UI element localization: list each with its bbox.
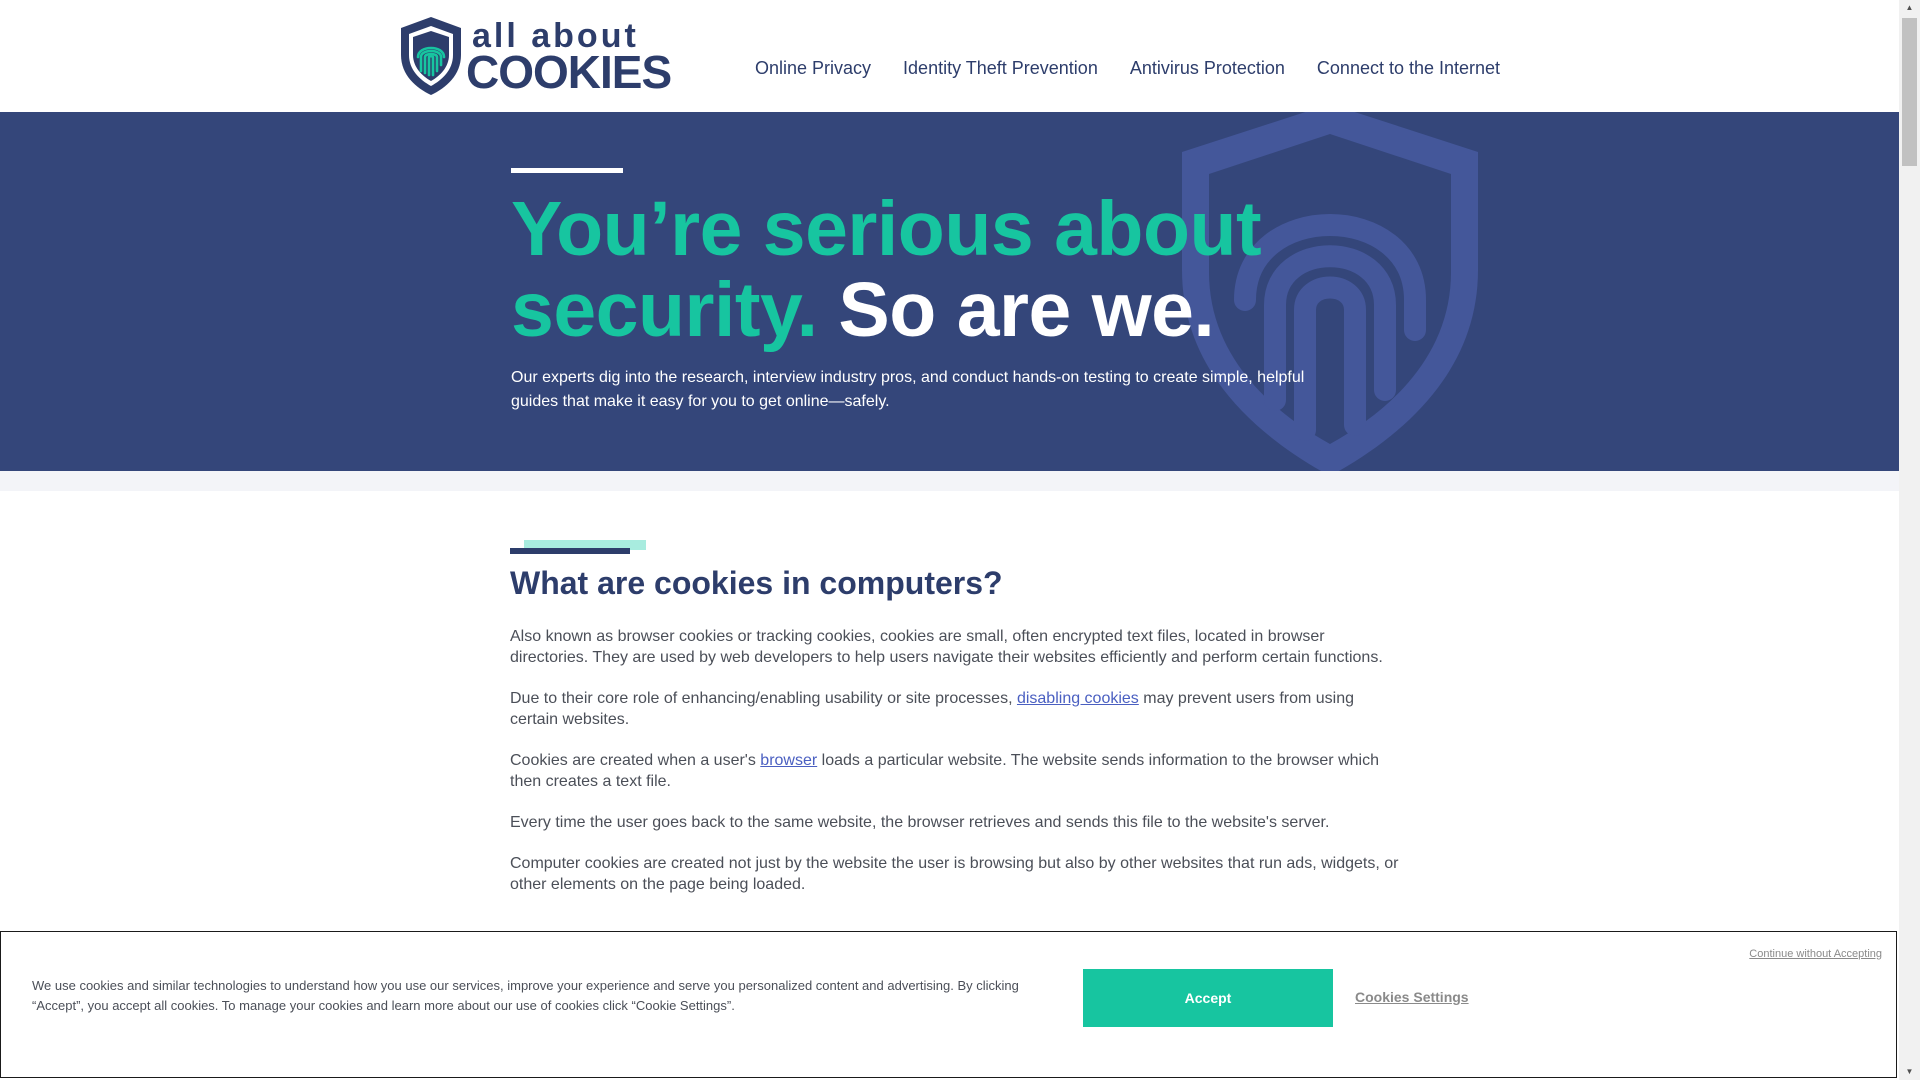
disabling-cookies-link[interactable]: disabling cookies: [1017, 690, 1139, 707]
main-nav: Online Privacy Identity Theft Prevention…: [755, 58, 1500, 79]
page-scrollbar[interactable]: ▲ ▼: [1899, 0, 1920, 1080]
fingerprint-shield-icon: [401, 17, 461, 95]
article-paragraph: Also known as browser cookies or trackin…: [510, 628, 1383, 666]
article-body: Also known as browser cookies or trackin…: [510, 626, 1400, 915]
nav-online-privacy[interactable]: Online Privacy: [755, 58, 871, 79]
nav-identity-theft-prevention[interactable]: Identity Theft Prevention: [903, 58, 1098, 79]
nav-antivirus-protection[interactable]: Antivirus Protection: [1130, 58, 1285, 79]
hero-headline: You’re serious about security. So are we…: [511, 189, 1411, 351]
nav-connect-to-the-internet[interactable]: Connect to the Internet: [1317, 58, 1500, 79]
paragraph-text: Due to their core role of enhancing/enab…: [510, 690, 1017, 707]
cookie-consent-banner: Continue without Accepting We use cookie…: [0, 931, 1897, 1078]
hero-accent-bar: [511, 168, 623, 173]
continue-without-accepting-link[interactable]: Continue without Accepting: [1749, 948, 1882, 960]
article-paragraph: Computer cookies are created not just by…: [510, 855, 1399, 893]
site-logo[interactable]: all about COOKIES: [398, 15, 672, 98]
accept-cookies-button[interactable]: Accept: [1083, 969, 1333, 1027]
article-paragraph: Cookies are created when a user's browse…: [510, 750, 1400, 792]
logo-text-bottom: COOKIES: [466, 46, 672, 98]
scroll-down-arrow-icon[interactable]: ▼: [1899, 1064, 1920, 1080]
section-divider: [0, 471, 1899, 491]
hero-banner: You’re serious about security. So are we…: [0, 112, 1899, 471]
article-paragraph: Due to their core role of enhancing/enab…: [510, 688, 1400, 730]
hero-headline-white: So are we.: [838, 267, 1215, 353]
site-header: all about COOKIES Online Privacy Identit…: [0, 0, 1899, 112]
cookie-notice-text: We use cookies and similar technologies …: [32, 978, 1019, 1013]
title-accent: [510, 540, 646, 554]
title-accent-navy: [510, 548, 630, 554]
cookie-settings-link[interactable]: Cookies Settings: [1355, 989, 1469, 1005]
scrollbar-thumb[interactable]: [1902, 18, 1917, 166]
browser-link[interactable]: browser: [760, 752, 817, 769]
scroll-up-arrow-icon[interactable]: ▲: [1899, 0, 1920, 16]
article-title: What are cookies in computers?: [510, 565, 1003, 601]
hero-subtext: Our experts dig into the research, inter…: [511, 369, 1305, 410]
paragraph-text: Cookies are created when a user's: [510, 752, 761, 769]
article-paragraph: Every time the user goes back to the sam…: [510, 814, 1330, 831]
